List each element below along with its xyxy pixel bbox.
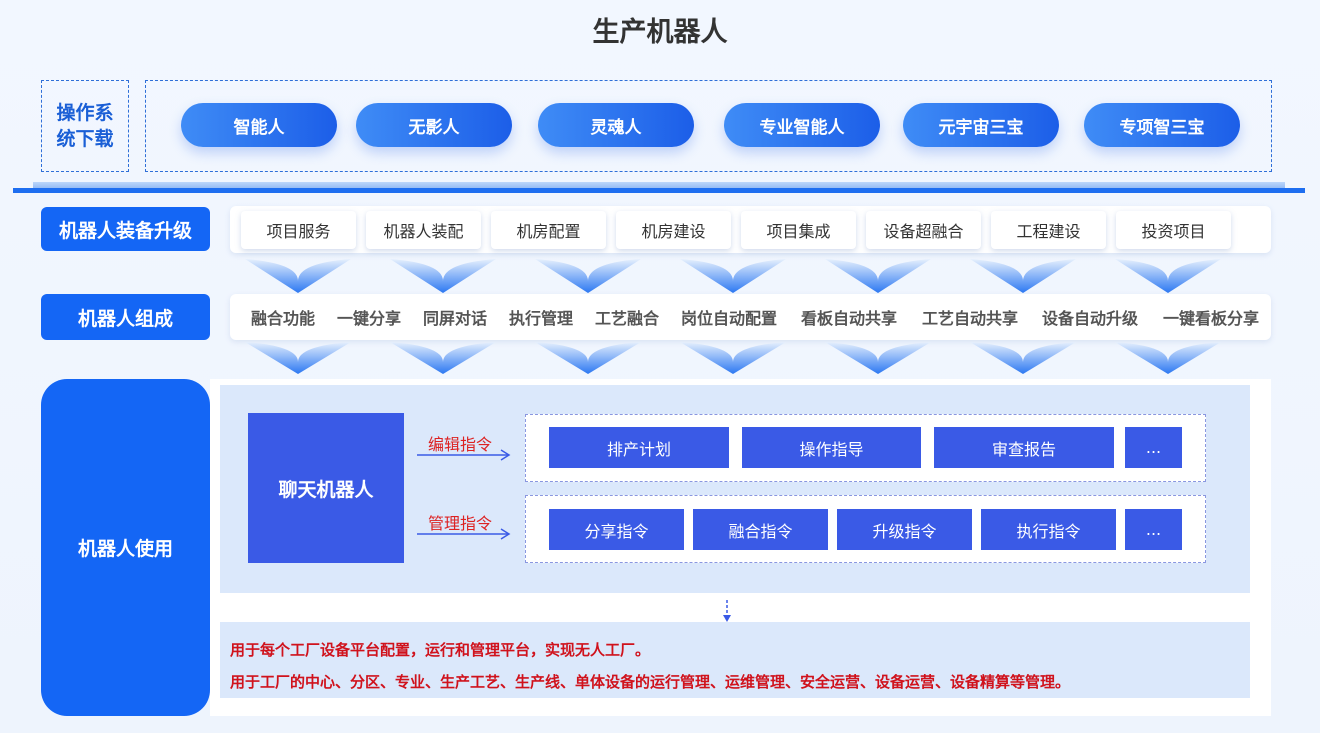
down-chevron-icon: [970, 259, 1076, 293]
manage-cmd-group: 分享指令 融合指令 升级指令 执行指令 ...: [525, 495, 1206, 563]
down-chevron-icon: [1115, 259, 1221, 293]
composition-label: 机器人组成: [41, 294, 210, 340]
dashed-down-arrow-icon: [723, 600, 731, 622]
down-chevron-icon: [535, 259, 641, 293]
chat-robot-box[interactable]: 聊天机器人: [248, 413, 404, 563]
edit-cmd-button[interactable]: 操作指导: [742, 427, 921, 468]
page-title: 生产机器人: [592, 17, 728, 48]
flow-arrows-row-1: [245, 259, 1221, 293]
equip-upgrade-panel: 项目服务 机器人装配 机房配置 机房建设 项目集成 设备超融合 工程建设 投资项…: [230, 206, 1271, 253]
usage-label: 机器人使用: [41, 379, 210, 716]
down-chevron-icon: [1115, 342, 1221, 374]
usage-description-line: 用于工厂的中心、分区、专业、生产工艺、生产线、单体设备的运行管理、运维管理、安全…: [230, 673, 1071, 691]
down-chevron-icon: [970, 342, 1076, 374]
composition-item: 设备自动升级: [1042, 309, 1139, 328]
usage-description-line: 用于每个工厂设备平台配置，运行和管理平台，实现无人工厂。: [230, 641, 651, 659]
edit-cmd-button[interactable]: 排产计划: [549, 427, 729, 468]
os-download-label: 操作系统下载: [56, 102, 114, 150]
manage-cmd-button[interactable]: 融合指令: [693, 509, 828, 550]
edit-cmd-button[interactable]: 审查报告: [934, 427, 1114, 468]
down-chevron-icon: [245, 342, 351, 374]
arrow-right-icon: [417, 449, 511, 461]
robot-type-pill[interactable]: 智能人: [181, 103, 337, 147]
down-chevron-icon: [535, 342, 641, 374]
composition-item: 一键看板分享: [1163, 309, 1260, 328]
down-chevron-icon: [680, 259, 786, 293]
equip-item[interactable]: 设备超融合: [866, 211, 981, 249]
composition-panel: 融合功能 一键分享 同屏对话 执行管理 工艺融合 岗位自动配置 看板自动共享 工…: [230, 294, 1271, 340]
composition-item: 岗位自动配置: [681, 309, 778, 328]
usage-description-box: 用于每个工厂设备平台配置，运行和管理平台，实现无人工厂。 用于工厂的中心、分区、…: [220, 622, 1250, 698]
equip-item[interactable]: 机房建设: [616, 211, 731, 249]
os-download-box[interactable]: 操作系统下载: [41, 80, 129, 172]
edit-cmd-more-button[interactable]: ...: [1125, 427, 1182, 468]
arrow-right-icon: [417, 528, 511, 540]
composition-item: 工艺自动共享: [922, 309, 1019, 328]
composition-item: 工艺融合: [595, 309, 660, 328]
robot-type-pill[interactable]: 无影人: [356, 103, 512, 147]
manage-cmd-more-button[interactable]: ...: [1125, 509, 1182, 550]
composition-item: 看板自动共享: [801, 309, 898, 328]
equip-item[interactable]: 机房配置: [491, 211, 606, 249]
composition-item: 同屏对话: [423, 309, 488, 328]
down-chevron-icon: [825, 342, 931, 374]
robot-type-pill[interactable]: 灵魂人: [538, 103, 694, 147]
shelf-divider: [13, 182, 1305, 194]
down-chevron-icon: [245, 259, 351, 293]
composition-item: 执行管理: [509, 309, 574, 328]
manage-cmd-button[interactable]: 升级指令: [837, 509, 972, 550]
equip-item[interactable]: 机器人装配: [366, 211, 481, 249]
down-chevron-icon: [390, 342, 496, 374]
robot-types-row: 智能人 无影人 灵魂人 专业智能人 元宇宙三宝 专项智三宝: [145, 80, 1272, 172]
robot-type-pill[interactable]: 元宇宙三宝: [903, 103, 1059, 147]
equip-upgrade-label: 机器人装备升级: [41, 207, 210, 251]
down-chevron-icon: [390, 259, 496, 293]
composition-item: 一键分享: [337, 309, 402, 328]
manage-cmd-button[interactable]: 分享指令: [549, 509, 684, 550]
equip-item[interactable]: 项目集成: [741, 211, 856, 249]
equip-item[interactable]: 项目服务: [241, 211, 356, 249]
flow-arrows-row-2: [245, 342, 1221, 374]
robot-type-pill[interactable]: 专业智能人: [724, 103, 880, 147]
equip-item[interactable]: 工程建设: [991, 211, 1106, 249]
composition-item: 融合功能: [251, 309, 316, 328]
down-chevron-icon: [825, 259, 931, 293]
edit-cmd-group: 排产计划 操作指导 审查报告 ...: [525, 414, 1206, 482]
equip-item[interactable]: 投资项目: [1116, 211, 1231, 249]
down-chevron-icon: [680, 342, 786, 374]
manage-cmd-button[interactable]: 执行指令: [981, 509, 1116, 550]
robot-type-pill[interactable]: 专项智三宝: [1084, 103, 1240, 147]
